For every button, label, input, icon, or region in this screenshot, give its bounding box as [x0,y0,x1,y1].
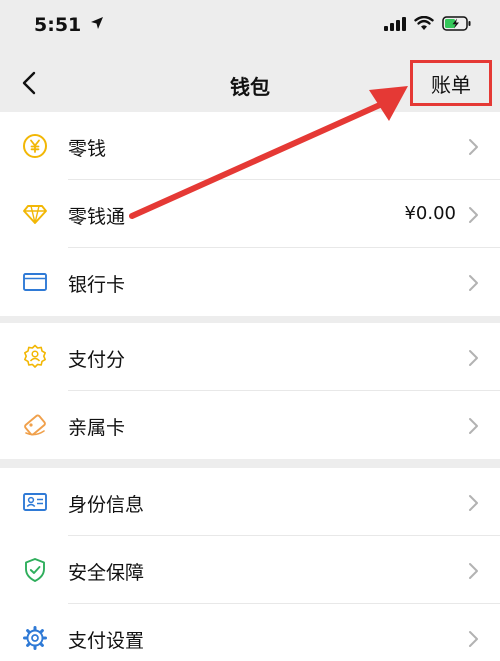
nav-bar: 钱包 账单 [0,54,500,112]
list-item-family-card[interactable]: 亲属卡 [0,391,500,459]
wallet-screen: 5:51 钱包 账单 零钱 零钱通 ¥0.00 银行卡 支付分 亲属卡 身份信息… [0,0,500,661]
status-bar: 5:51 [0,0,500,54]
chevron-right-icon [469,631,478,647]
list-item-label: 支付分 [68,349,126,371]
bank-card-icon [22,269,48,295]
list-item-change[interactable]: 零钱 [0,112,500,180]
chevron-right-icon [469,207,478,223]
shield-check-icon [22,557,48,583]
list-item-label: 银行卡 [68,274,126,296]
chevron-right-icon [469,563,478,579]
tag-card-icon [22,412,48,438]
status-time: 5:51 [34,14,104,36]
list-item-label: 零钱通 [68,206,126,228]
list-item-bank-card[interactable]: 银行卡 [0,248,500,316]
id-card-icon [22,489,48,515]
diamond-icon [22,201,48,227]
list-item-label: 亲属卡 [68,417,126,439]
list-item-lingqiantong[interactable]: 零钱通 ¥0.00 [0,180,500,248]
bill-button[interactable]: 账单 [410,60,492,106]
chevron-right-icon [469,275,478,291]
list-item-identity[interactable]: 身份信息 [0,468,500,536]
battery-charging-icon [442,16,471,31]
status-time-text: 5:51 [34,14,82,36]
list-item-label: 身份信息 [68,494,145,516]
wallet-group-settings: 身份信息 安全保障 支付设置 [0,468,500,661]
gear-icon [22,625,48,651]
list-item-label: 零钱 [68,138,107,160]
list-item-label: 安全保障 [68,562,145,584]
chevron-right-icon [469,350,478,366]
list-item-pay-score[interactable]: 支付分 [0,323,500,391]
list-item-label: 支付设置 [68,630,145,652]
list-item-pay-settings[interactable]: 支付设置 [0,604,500,661]
badge-person-icon [22,344,48,370]
balance-value: ¥0.00 [404,203,456,224]
wifi-icon [414,16,434,30]
signal-icon [384,16,406,31]
list-item-security[interactable]: 安全保障 [0,536,500,604]
chevron-right-icon [469,139,478,155]
wallet-group-services: 支付分 亲属卡 [0,323,500,459]
yen-coin-icon [22,133,48,159]
location-arrow-icon [90,17,103,29]
chevron-right-icon [469,495,478,511]
status-icons [384,16,472,31]
chevron-right-icon [469,418,478,434]
wallet-group-balance: 零钱 零钱通 ¥0.00 银行卡 [0,112,500,316]
bill-button-label: 账单 [431,72,471,97]
